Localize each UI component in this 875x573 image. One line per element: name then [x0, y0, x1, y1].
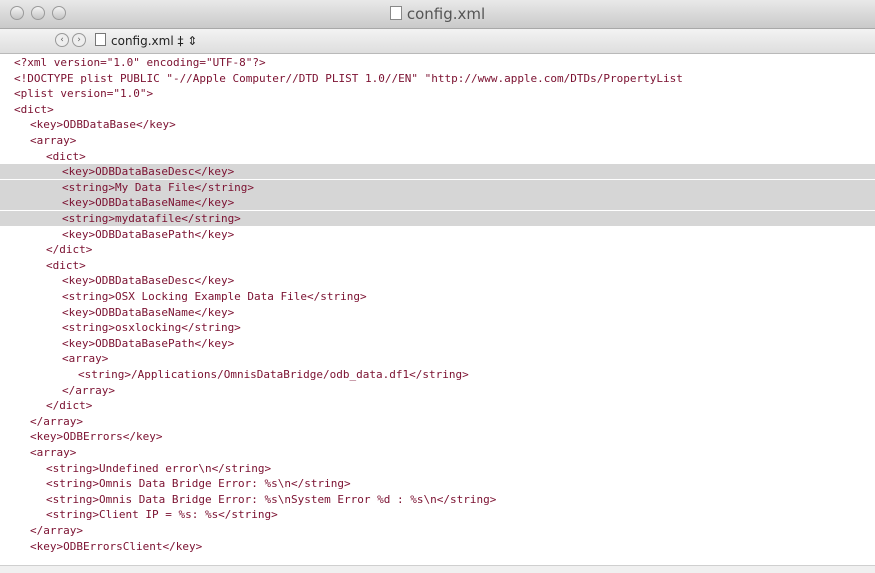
code-line: <string>Omnis Data Bridge Error: %s\nSys…	[46, 492, 497, 506]
code-line: <dict>	[14, 102, 54, 116]
code-line: </array>	[62, 383, 115, 397]
code-line: </array>	[30, 524, 83, 537]
code-line: <string>Client IP = %s: %s</string>	[46, 508, 278, 522]
code-line: </array>	[30, 414, 83, 428]
code-line: <dict>	[46, 149, 86, 163]
code-line: <key>ODBDataBase</key>	[30, 118, 176, 132]
code-line: <array>	[30, 446, 77, 459]
file-icon	[95, 33, 106, 46]
code-line: <dict>	[46, 258, 86, 272]
window-title-text: config.xml	[406, 5, 486, 23]
forward-button[interactable]: ›	[72, 33, 86, 47]
code-line: </dict>	[46, 399, 93, 413]
code-line: <plist version="1.0">	[14, 87, 154, 101]
code-line: <key>ODBDataBasePath</key>	[62, 227, 235, 241]
back-button[interactable]: ‹	[55, 33, 69, 47]
title-bar[interactable]: config.xml	[0, 0, 875, 29]
code-line: <key>ODBDataBaseDesc</key>	[62, 274, 235, 288]
code-line: <key>ODBDataBaseName</key>	[62, 305, 235, 319]
code-line: <array>	[62, 352, 109, 366]
code-line: <?xml version="1.0" encoding="UTF-8"?>	[14, 56, 266, 69]
code-line: <string>My Data File</string>	[0, 179, 875, 195]
navigation-bar: ‹ › config.xml ‡ ⇕	[0, 29, 875, 54]
file-popup[interactable]: config.xml ‡ ⇕	[95, 33, 197, 48]
code-line: <key>ODBDataBasePath</key>	[62, 336, 235, 350]
code-line: <key>ODBErrors</key>	[30, 430, 163, 444]
document-icon	[389, 6, 402, 20]
code-line: <!DOCTYPE plist PUBLIC "-//Apple Compute…	[14, 71, 683, 85]
code-line: <key>ODBDataBaseName</key>	[0, 195, 875, 211]
code-line: <string>/Applications/OmnisDataBridge/od…	[78, 368, 469, 381]
code-line: <string>osxlocking</string>	[62, 321, 241, 335]
file-popup-label: config.xml ‡ ⇕	[111, 34, 198, 48]
code-line: <string>mydatafile</string>	[0, 211, 875, 226]
bottom-bar	[0, 565, 875, 573]
code-line: <array>	[30, 134, 77, 147]
code-editor[interactable]: <?xml version="1.0" encoding="UTF-8"?> <!…	[0, 55, 875, 565]
code-line: <key>ODBDataBaseDesc</key>	[0, 164, 875, 180]
window-title: config.xml	[0, 5, 875, 23]
code-line: <string>Undefined error\n</string>	[46, 461, 272, 475]
code-line: <string>OSX Locking Example Data File</s…	[62, 290, 367, 303]
code-line: <string>Omnis Data Bridge Error: %s\n</s…	[46, 477, 351, 491]
code-line: </dict>	[46, 243, 93, 257]
editor-window: config.xml ‹ › config.xml ‡ ⇕ <?xml vers…	[0, 0, 875, 573]
code-line: <key>ODBErrorsClient</key>	[30, 539, 203, 553]
